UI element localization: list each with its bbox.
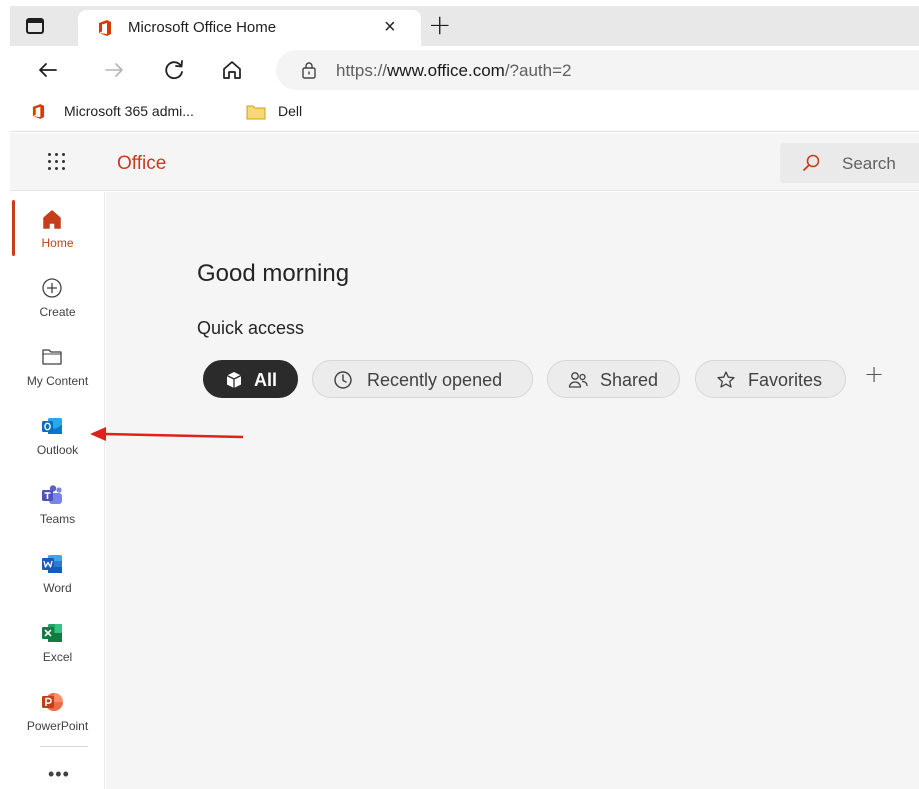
office-favicon-icon: [99, 20, 111, 36]
more-apps-icon[interactable]: •••: [48, 764, 70, 785]
rail-item-excel[interactable]: Excel: [10, 614, 105, 680]
rail-label: Excel: [42, 650, 73, 664]
new-tab-button[interactable]: +: [428, 8, 451, 41]
office-icon: [32, 104, 45, 119]
refresh-icon[interactable]: [160, 56, 188, 84]
rail-item-outlook[interactable]: Outlook: [10, 407, 105, 473]
search-box[interactable]: Search: [780, 143, 919, 183]
clock-icon: [334, 371, 352, 389]
office-header: Office Search: [10, 133, 919, 191]
rail-label: Word: [43, 581, 72, 595]
tab-strip: Microsoft Office Home × +: [10, 6, 919, 46]
filter-label: Shared: [600, 370, 659, 390]
app-launcher-icon[interactable]: [48, 153, 66, 171]
tab-title: Microsoft Office Home: [128, 19, 277, 36]
cube-icon: [226, 372, 242, 388]
plus-circle-icon: [42, 278, 62, 298]
people-icon: [568, 372, 588, 388]
filter-shared-button[interactable]: Shared: [547, 360, 680, 398]
home-icon: [43, 210, 61, 229]
add-filter-button[interactable]: +: [864, 360, 884, 388]
browser-tab-active[interactable]: Microsoft Office Home ×: [78, 10, 421, 46]
filter-label: Recently opened: [367, 370, 503, 390]
star-icon: [717, 371, 735, 388]
word-icon: [42, 555, 62, 573]
url-text: https://www.office.com/?auth=2: [336, 61, 572, 80]
rail-label: Outlook: [36, 443, 79, 457]
filter-label: All: [254, 370, 278, 390]
office-brand-link[interactable]: Office: [117, 153, 166, 175]
forward-arrow-icon[interactable]: [100, 56, 128, 84]
tab-actions-icon[interactable]: [26, 18, 44, 34]
powerpoint-icon: [42, 693, 63, 711]
browser-toolbar: https://www.office.com/?auth=2: [10, 46, 919, 94]
rail-label: Home: [41, 236, 74, 250]
folder-icon: [42, 349, 62, 365]
favorites-bar: Microsoft 365 admi... Dell: [10, 94, 919, 132]
main-content: Good morning Quick access All Recently o…: [106, 192, 919, 789]
rail-label: Teams: [39, 512, 76, 526]
rail-label: Create: [39, 305, 76, 319]
rail-divider: [40, 746, 88, 747]
left-nav-rail: Home Create My Content Outlook Teams Wor…: [10, 192, 105, 789]
outlook-icon: [42, 418, 62, 434]
rail-item-my-content[interactable]: My Content: [10, 338, 105, 404]
rail-item-teams[interactable]: Teams: [10, 476, 105, 542]
back-arrow-icon[interactable]: [34, 56, 62, 84]
filter-recently-opened-button[interactable]: Recently opened: [312, 360, 533, 398]
search-label: Search: [842, 154, 896, 173]
address-bar[interactable]: https://www.office.com/?auth=2: [276, 50, 919, 90]
rail-label: PowerPoint: [26, 719, 89, 733]
home-browser-icon[interactable]: [218, 56, 246, 84]
folder-icon: [246, 105, 266, 120]
rail-item-create[interactable]: Create: [10, 269, 105, 335]
filter-label: Favorites: [748, 370, 823, 390]
rail-label: My Content: [26, 374, 89, 388]
search-icon: [803, 154, 820, 171]
rail-item-word[interactable]: Word: [10, 545, 105, 611]
favorite-label: Dell: [278, 103, 303, 119]
greeting-heading: Good morning: [197, 260, 350, 287]
filter-all-button[interactable]: All: [203, 360, 298, 398]
lock-icon[interactable]: [300, 61, 318, 79]
quick-access-title: Quick access: [197, 318, 305, 338]
rail-item-powerpoint[interactable]: PowerPoint: [10, 683, 105, 749]
teams-icon: [42, 485, 62, 504]
tab-close-icon[interactable]: ×: [384, 16, 396, 39]
excel-icon: [42, 624, 62, 642]
filter-favorites-button[interactable]: Favorites: [695, 360, 846, 398]
rail-item-home[interactable]: Home: [10, 200, 105, 266]
favorite-label: Microsoft 365 admi...: [64, 103, 194, 119]
